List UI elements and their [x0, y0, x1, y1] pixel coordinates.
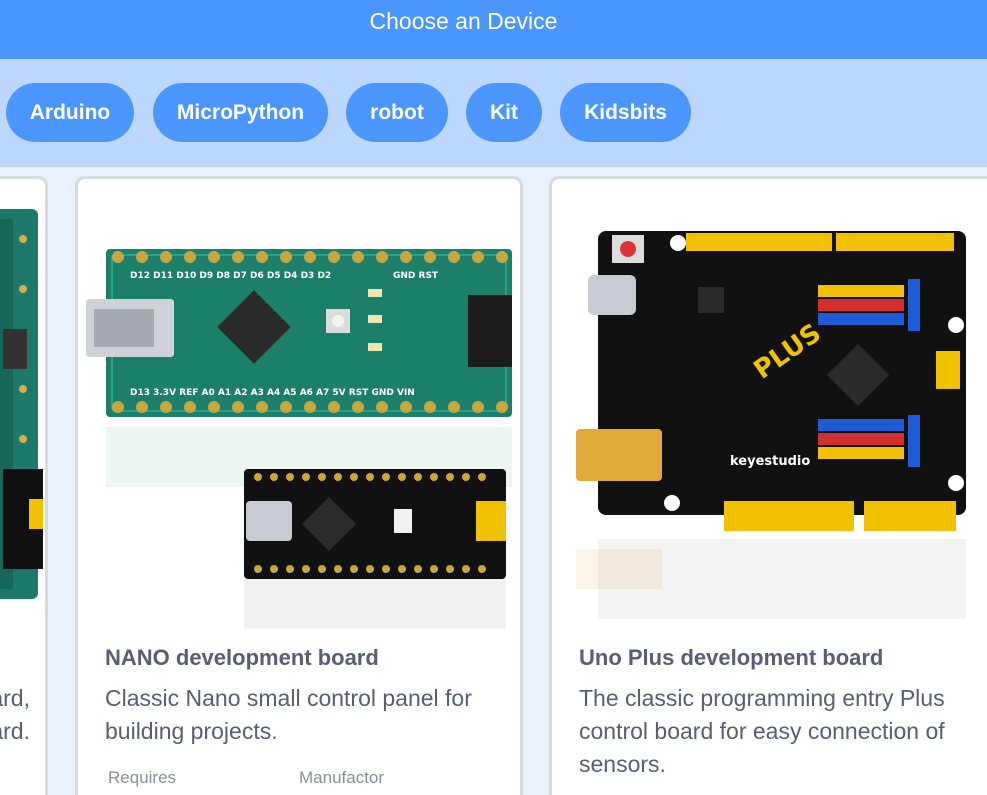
device-library: ard, ard.: [0, 167, 987, 795]
device-description: ard, ard.: [0, 682, 30, 748]
meta-requires-label: Requires: [108, 768, 177, 787]
device-description: Classic Nano small control panel for bui…: [105, 685, 472, 744]
device-card-uno-plus[interactable]: PLUS keyestudio Uno Plus development boa…: [549, 176, 987, 795]
filter-kit-chip[interactable]: Kit: [466, 83, 542, 142]
nano-board-image: D12 D11 D10 D9 D8 D7 D6 D5 D4 D3 D2 GND …: [78, 179, 520, 629]
device-card-partial[interactable]: ard, ard.: [0, 176, 48, 795]
device-description: The classic programming entry Plus contr…: [579, 685, 945, 777]
device-card-nano[interactable]: D12 D11 D10 D9 D8 D7 D6 D5 D4 D3 D2 GND …: [75, 176, 523, 795]
device-name: Uno Plus development board: [579, 645, 884, 670]
modal-title: Choose an Device: [369, 8, 558, 34]
uno-plus-board-image: PLUS keyestudio: [552, 179, 987, 629]
description-line: ard.: [0, 718, 30, 744]
device-image: [0, 179, 45, 629]
filter-arduino-chip[interactable]: Arduino: [6, 83, 134, 142]
filter-micropython-chip[interactable]: MicroPython: [153, 83, 328, 142]
filter-kidsbits-chip[interactable]: Kidsbits: [560, 83, 691, 142]
modal-header: Choose an Device: [0, 0, 987, 59]
device-name: NANO development board: [105, 645, 379, 670]
svg-text:D13 3.3V REF A0 A1 A2 A: D13 3.3V REF A0 A1 A2 A3 A4 A5 A6 A7 5V …: [130, 388, 415, 398]
filter-bar: Arduino MicroPython robot Kit Kidsbits: [0, 59, 987, 167]
description-line: ard,: [0, 685, 30, 711]
svg-text:GND RST: GND RST: [393, 271, 439, 281]
keyestudio-logo: keyestudio: [730, 454, 810, 469]
svg-text:D12 D11 D10 D9 D8 D7 D6: D12 D11 D10 D9 D8 D7 D6 D5 D4 D3 D2: [130, 271, 331, 281]
filter-robot-chip[interactable]: robot: [346, 83, 448, 142]
meta-manufactor-label: Manufactor: [299, 768, 385, 787]
